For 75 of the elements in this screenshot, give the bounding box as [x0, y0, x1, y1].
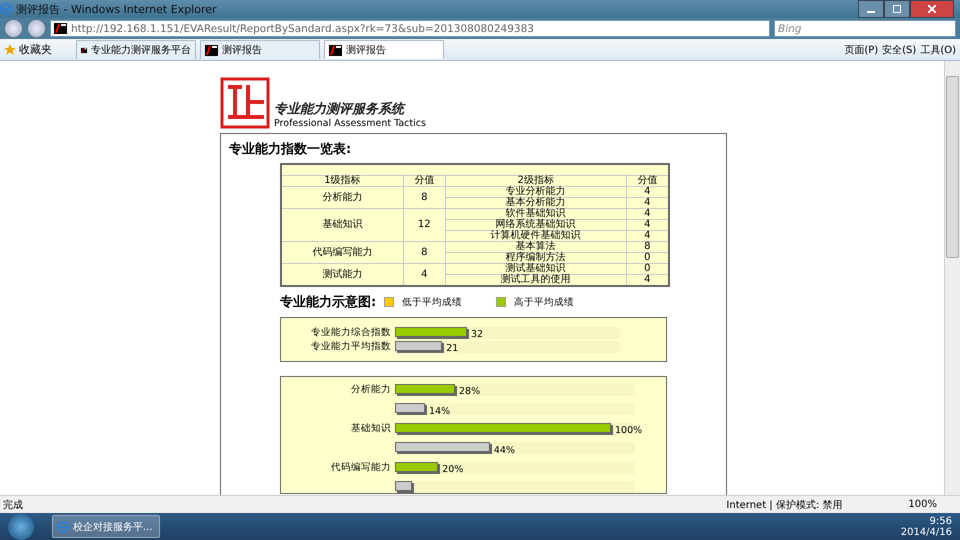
menu-button[interactable]: 工具(O) [920, 42, 956, 56]
bar-value: 100% [615, 425, 642, 436]
bar-value: 32 [471, 329, 484, 340]
table-cell: 4 [626, 220, 669, 230]
browser-tab[interactable]: 测评报告 [324, 40, 444, 59]
browser-icon [0, 3, 12, 15]
bar-value: 20% [442, 464, 464, 475]
bar-value: 44% [494, 445, 515, 456]
column-header: 分值 [626, 176, 669, 186]
table-cell: 测试基础知识 [445, 264, 626, 274]
close-button[interactable] [910, 0, 954, 18]
table-cell: 4 [626, 208, 669, 220]
column-header: 分值 [403, 176, 446, 186]
table-cell: 计算机硬件基础知识 [445, 230, 626, 242]
bar-value: 28% [459, 386, 480, 397]
table-cell: 4 [626, 186, 669, 198]
table-cell: 0 [626, 264, 669, 274]
bar-label: 分析能力 [350, 383, 391, 396]
back-button[interactable] [4, 19, 23, 38]
column-header: 1级指标 [281, 176, 404, 186]
table-cell: 12 [403, 208, 446, 242]
bar-value: 21 [446, 343, 458, 354]
menu-button[interactable]: 页面(P) [844, 42, 878, 56]
tab-logo-icon [205, 44, 218, 56]
bar-label: 专业能力综合指数 [310, 326, 391, 339]
tab-logo-icon [329, 44, 342, 56]
window-title: 测评报告 - Windows Internet Explorer [16, 2, 218, 16]
legend-label: 低于平均成绩 [402, 296, 462, 308]
forward-button[interactable] [27, 19, 46, 38]
table-cell: 基本算法 [445, 242, 626, 252]
table-cell: 8 [403, 186, 446, 208]
browser-icon [57, 520, 69, 532]
seal-logo [220, 77, 270, 129]
table-cell: 基本分析能力 [445, 198, 626, 208]
maximize-icon [893, 5, 901, 13]
legend-label: 高于平均成绩 [514, 296, 574, 308]
minimize-button[interactable] [858, 0, 884, 18]
section-heading: 专业能力示意图: [280, 294, 376, 311]
clock: 9:56 2014/4/16 [900, 516, 952, 538]
scrollbar[interactable] [944, 61, 960, 495]
table-cell: 专业分析能力 [445, 186, 626, 198]
browser-tab[interactable]: 专业能力测评服务平台 [76, 40, 196, 59]
table-cell: 分析能力 [281, 186, 404, 208]
search-field[interactable]: Bing [774, 20, 956, 37]
site-logo-icon [54, 23, 67, 34]
bar-label: 基础知识 [350, 422, 391, 435]
bar-label: 代码编写能力 [330, 461, 391, 474]
table-cell: 8 [626, 242, 669, 252]
bar-label: 专业能力平均指数 [310, 340, 391, 353]
table-cell: 8 [403, 242, 446, 264]
table-cell: 基础知识 [281, 208, 404, 242]
star-icon [4, 44, 16, 56]
start-button[interactable] [8, 514, 34, 540]
maximize-button[interactable] [884, 0, 910, 18]
browser-tab[interactable]: 测评报告 [200, 40, 320, 59]
taskbar-button[interactable]: 校企对接服务平... [52, 515, 160, 538]
bar-value: 14% [429, 406, 450, 417]
security-zone: Internet | 保护模式: 禁用 [726, 498, 842, 512]
menu-button[interactable]: 安全(S) [882, 42, 916, 56]
table-cell: 网络系统基础知识 [445, 220, 626, 230]
close-icon [928, 5, 936, 13]
table-cell: 4 [626, 230, 669, 242]
favorites-button[interactable]: 收藏夹 [4, 42, 52, 57]
brand-subtitle: Professional Assessment Tactics [274, 118, 426, 129]
zoom-level[interactable]: 100% [908, 499, 937, 510]
table-cell: 代码编写能力 [281, 242, 404, 264]
column-header: 2级指标 [445, 176, 626, 186]
address-field[interactable]: http://192.168.1.151/EVAResult/ReportBySandard.aspx?rk=73&sub=201308080249383 [50, 20, 770, 37]
table-cell: 程序编制方法 [445, 252, 626, 264]
table-cell: 软件基础知识 [445, 208, 626, 220]
section-heading: 专业能力指数一览表: [229, 141, 352, 158]
status-text: 完成 [3, 498, 24, 512]
table-cell: 4 [626, 198, 669, 208]
brand-title: 专业能力测评服务系统 [274, 100, 407, 118]
table-cell: 0 [626, 252, 669, 264]
